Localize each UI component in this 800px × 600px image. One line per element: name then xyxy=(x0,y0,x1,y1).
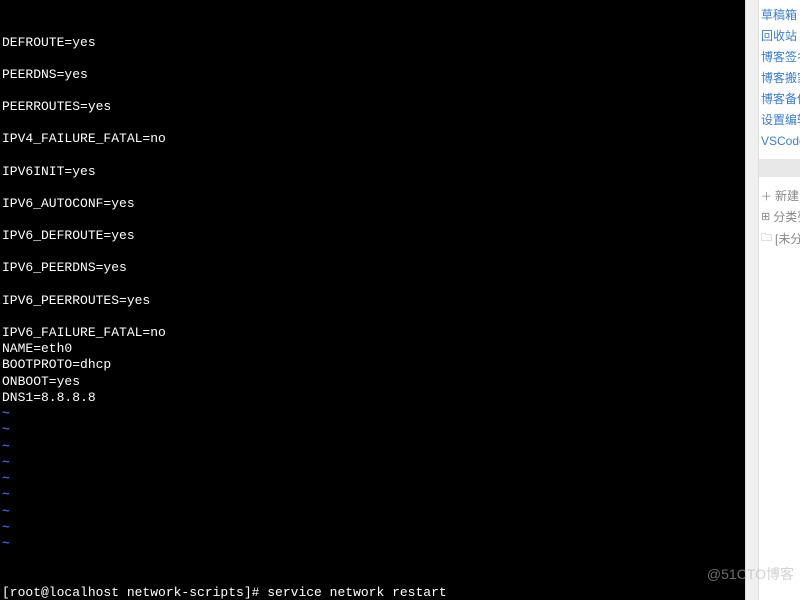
scrollbar[interactable] xyxy=(745,0,759,600)
vim-tilde: ~ xyxy=(2,439,743,455)
config-line: ONBOOT=yes xyxy=(2,374,743,390)
config-line xyxy=(2,83,743,99)
config-line: PEERDNS=yes xyxy=(2,67,743,83)
config-line: IPV6_DEFROUTE=yes xyxy=(2,228,743,244)
action-label: [未分类 xyxy=(775,230,800,247)
config-line xyxy=(2,244,743,260)
sidebar-divider xyxy=(759,159,800,177)
vim-tilde: ~ xyxy=(2,504,743,520)
sidebar-action[interactable]: 🗀[未分类 xyxy=(759,227,800,250)
config-line xyxy=(2,309,743,325)
action-label: 分类列 xyxy=(773,208,800,225)
config-line: PEERROUTES=yes xyxy=(2,99,743,115)
sidebar-link[interactable]: 博客搬家 xyxy=(759,67,800,88)
action-label: 新建分 xyxy=(775,187,800,204)
vim-tilde: ~ xyxy=(2,471,743,487)
config-line xyxy=(2,212,743,228)
config-line: IPV6_AUTOCONF=yes xyxy=(2,196,743,212)
action-icon: 🗀 xyxy=(761,229,772,248)
terminal-window[interactable]: DEFROUTE=yes PEERDNS=yes PEERROUTES=yes IPV… xyxy=(0,0,745,600)
sidebar-link[interactable]: 博客签名 xyxy=(759,46,800,67)
vim-tilde: ~ xyxy=(2,520,743,536)
sidebar-action[interactable]: ⊞分类列 xyxy=(759,206,800,227)
vim-tilde: ~ xyxy=(2,422,743,438)
prompt-line-1: [root@localhost network-scripts]# servic… xyxy=(2,585,447,600)
config-line xyxy=(2,51,743,67)
config-line: IPV6_FAILURE_FATAL=no xyxy=(2,325,743,341)
vim-tilde: ~ xyxy=(2,487,743,503)
config-line: IPV6_PEERROUTES=yes xyxy=(2,293,743,309)
config-line xyxy=(2,115,743,131)
config-line: BOOTPROTO=dhcp xyxy=(2,357,743,373)
config-line xyxy=(2,180,743,196)
sidebar-link[interactable]: 草稿箱 xyxy=(759,4,800,25)
action-icon: ＋ xyxy=(761,188,772,204)
sidebar-link[interactable]: 设置编辑 xyxy=(759,109,800,130)
config-line: IPV4_FAILURE_FATAL=no xyxy=(2,131,743,147)
config-line: DNS1=8.8.8.8 xyxy=(2,390,743,406)
sidebar-action[interactable]: ＋新建分 xyxy=(759,185,800,206)
action-icon: ⊞ xyxy=(761,210,770,223)
vim-tilde: ~ xyxy=(2,406,743,422)
vim-tilde: ~ xyxy=(2,455,743,471)
config-line xyxy=(2,277,743,293)
sidebar-link[interactable]: 博客备份 xyxy=(759,88,800,109)
config-line: IPV6INIT=yes xyxy=(2,164,743,180)
config-line: IPV6_PEERDNS=yes xyxy=(2,260,743,276)
sidebar-link[interactable]: 回收站 xyxy=(759,25,800,46)
sidebar-link[interactable]: VSCode打 xyxy=(759,130,800,151)
sidebar: 草稿箱回收站博客签名博客搬家博客备份设置编辑VSCode打 ＋新建分⊞分类列🗀[… xyxy=(745,0,800,600)
config-line: DEFROUTE=yes xyxy=(2,35,743,51)
config-line: NAME=eth0 xyxy=(2,341,743,357)
config-line xyxy=(2,148,743,164)
vim-tilde: ~ xyxy=(2,536,743,552)
